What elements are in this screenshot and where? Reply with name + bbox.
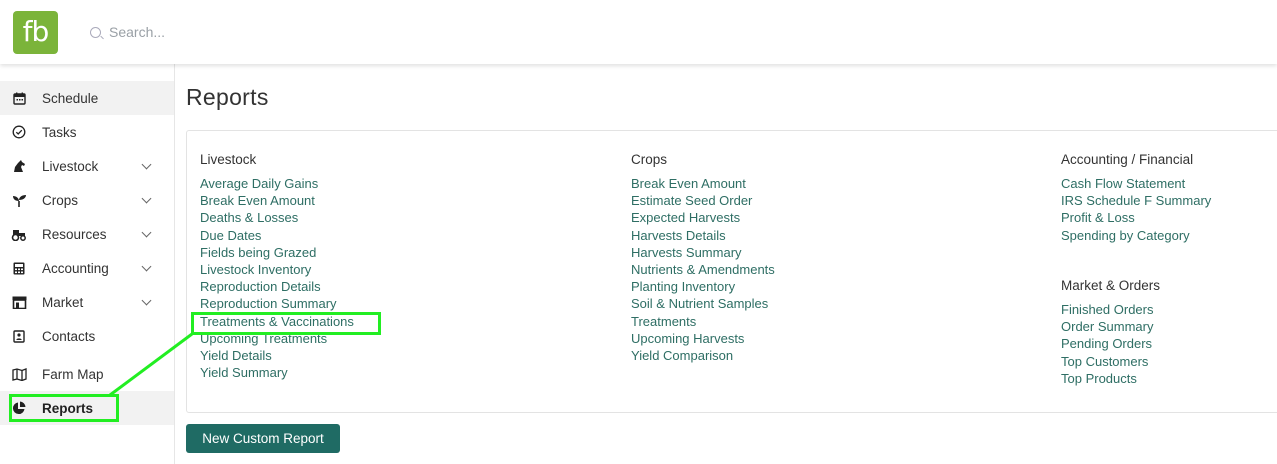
section-title-accounting: Accounting / Financial [1061, 152, 1194, 167]
sidebar-item-schedule[interactable]: Schedule [0, 81, 174, 115]
report-link-irs-schedule-f-summary[interactable]: IRS Schedule F Summary [1061, 193, 1211, 208]
report-link-harvests-details[interactable]: Harvests Details [631, 228, 726, 243]
report-link-top-customers[interactable]: Top Customers [1061, 354, 1148, 369]
report-link-due-dates[interactable]: Due Dates [200, 228, 261, 243]
sidebar-item-label: Contacts [42, 328, 96, 344]
report-link-upcoming-harvests[interactable]: Upcoming Harvests [631, 331, 744, 346]
sidebar: Schedule Tasks Livestock Crops Resources… [0, 64, 175, 464]
report-link-reproduction-details[interactable]: Reproduction Details [200, 279, 321, 294]
sidebar-item-label: Schedule [42, 90, 99, 106]
chevron-down-icon[interactable] [141, 193, 152, 204]
sidebar-item-label: Reports [42, 400, 94, 416]
new-custom-report-button[interactable]: New Custom Report [186, 424, 340, 453]
sidebar-item-label: Accounting [42, 260, 109, 276]
sidebar-item-livestock[interactable]: Livestock [0, 149, 174, 183]
report-link-upcoming-treatments[interactable]: Upcoming Treatments [200, 331, 327, 346]
chevron-down-icon[interactable] [141, 227, 152, 238]
report-link-yield-details[interactable]: Yield Details [200, 348, 272, 363]
search-icon [90, 26, 101, 38]
sidebar-item-tasks[interactable]: Tasks [0, 115, 174, 149]
report-link-nutrients-and-amendments[interactable]: Nutrients & Amendments [631, 262, 775, 277]
sidebar-item-accounting[interactable]: Accounting [0, 251, 174, 285]
sidebar-item-label: Market [42, 294, 84, 310]
sidebar-item-label: Tasks [42, 124, 77, 140]
chevron-down-icon[interactable] [141, 159, 152, 170]
sidebar-item-resources[interactable]: Resources [0, 217, 174, 251]
report-link-top-products[interactable]: Top Products [1061, 371, 1137, 386]
report-link-break-even-amount[interactable]: Break Even Amount [200, 193, 315, 208]
section-title-crops: Crops [631, 152, 668, 167]
report-link-spending-by-category[interactable]: Spending by Category [1061, 228, 1190, 243]
page-title: Reports [186, 84, 269, 110]
report-link-fields-being-grazed[interactable]: Fields being Grazed [200, 245, 316, 260]
sidebar-item-contacts[interactable]: Contacts [0, 319, 174, 353]
map-icon [11, 366, 27, 382]
search-box[interactable] [90, 22, 259, 42]
calculator-icon [11, 260, 27, 276]
pie-chart-icon [11, 400, 27, 416]
chevron-down-icon[interactable] [141, 295, 152, 306]
sidebar-item-label: Farm Map [42, 366, 104, 382]
report-link-yield-comparison[interactable]: Yield Comparison [631, 348, 733, 363]
top-bar: fb [0, 0, 1277, 64]
store-icon [11, 294, 27, 310]
report-link-profit-and-loss[interactable]: Profit & Loss [1061, 210, 1135, 225]
report-link-break-even-amount[interactable]: Break Even Amount [631, 176, 746, 191]
sidebar-item-label: Livestock [42, 158, 99, 174]
report-link-order-summary[interactable]: Order Summary [1061, 319, 1153, 334]
sidebar-item-farm-map[interactable]: Farm Map [0, 357, 174, 391]
report-link-livestock-inventory[interactable]: Livestock Inventory [200, 262, 311, 277]
sidebar-item-reports[interactable]: Reports [0, 391, 174, 425]
sidebar-item-market[interactable]: Market [0, 285, 174, 319]
calendar-icon [11, 90, 27, 106]
chevron-down-icon[interactable] [141, 261, 152, 272]
contact-card-icon [11, 328, 27, 344]
report-link-finished-orders[interactable]: Finished Orders [1061, 302, 1153, 317]
report-link-yield-summary[interactable]: Yield Summary [200, 365, 288, 380]
report-link-soil-and-nutrient-samples[interactable]: Soil & Nutrient Samples [631, 296, 768, 311]
search-input[interactable] [109, 24, 259, 40]
app-logo[interactable]: fb [13, 11, 58, 54]
horse-icon [11, 158, 27, 174]
report-link-harvests-summary[interactable]: Harvests Summary [631, 245, 742, 260]
report-link-planting-inventory[interactable]: Planting Inventory [631, 279, 735, 294]
report-link-cash-flow-statement[interactable]: Cash Flow Statement [1061, 176, 1185, 191]
report-link-pending-orders[interactable]: Pending Orders [1061, 336, 1152, 351]
report-link-estimate-seed-order[interactable]: Estimate Seed Order [631, 193, 752, 208]
sprout-icon [11, 192, 27, 208]
section-title-livestock: Livestock [200, 152, 257, 167]
sidebar-item-label: Resources [42, 226, 107, 242]
report-link-expected-harvests[interactable]: Expected Harvests [631, 210, 740, 225]
section-title-market: Market & Orders [1061, 278, 1161, 293]
report-link-treatments-and-vaccinations[interactable]: Treatments & Vaccinations [200, 314, 354, 329]
report-link-average-daily-gains[interactable]: Average Daily Gains [200, 176, 318, 191]
report-link-deaths-and-losses[interactable]: Deaths & Losses [200, 210, 298, 225]
sidebar-item-label: Crops [42, 192, 79, 208]
report-link-treatments[interactable]: Treatments [631, 314, 696, 329]
tractor-icon [11, 226, 27, 242]
report-link-reproduction-summary[interactable]: Reproduction Summary [200, 296, 337, 311]
check-circle-icon [11, 124, 27, 140]
sidebar-item-crops[interactable]: Crops [0, 183, 174, 217]
